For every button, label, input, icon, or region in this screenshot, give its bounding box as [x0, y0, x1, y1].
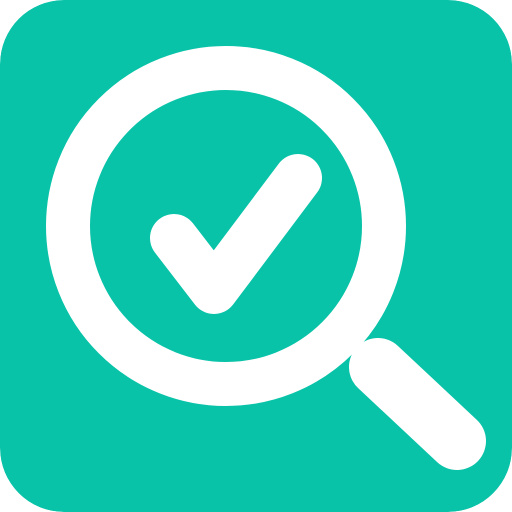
magnifier-check-icon: [0, 0, 512, 512]
app-icon: [0, 0, 512, 512]
